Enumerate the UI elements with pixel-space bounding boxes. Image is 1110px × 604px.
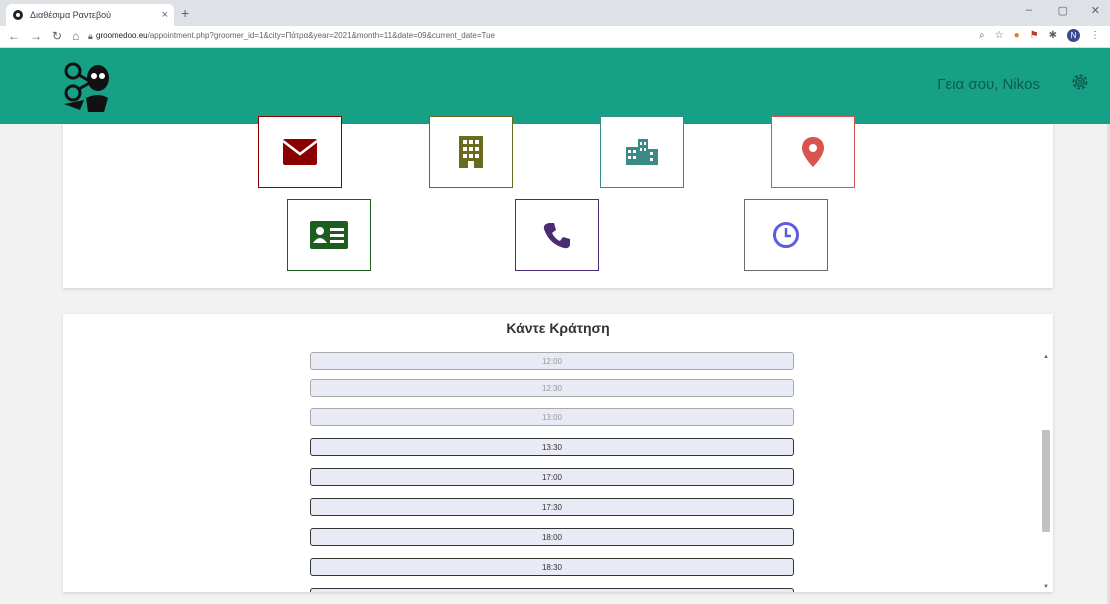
building-box[interactable] xyxy=(429,116,513,188)
envelope-icon xyxy=(283,139,317,165)
hours-box[interactable] xyxy=(744,199,828,271)
extension-flag-icon[interactable]: ⚑ xyxy=(1030,30,1039,41)
city-box[interactable] xyxy=(600,116,684,188)
url-field[interactable]: groomedoo.eu/appointment.php?groomer_id=… xyxy=(96,31,495,40)
extensions-puzzle-icon[interactable]: ✱ xyxy=(1049,30,1057,41)
scroll-thumb[interactable] xyxy=(1042,430,1050,532)
time-slot-button[interactable]: 13:30 xyxy=(310,438,794,456)
time-slot-button[interactable]: 17:30 xyxy=(310,498,794,516)
city-icon xyxy=(626,139,658,165)
extension-color-icon[interactable]: ● xyxy=(1014,30,1020,41)
email-box[interactable] xyxy=(258,116,342,188)
tab-close-icon[interactable]: × xyxy=(162,9,168,21)
zoom-icon[interactable]: ⌕ xyxy=(979,30,985,41)
groomer-logo-icon[interactable] xyxy=(58,56,118,116)
location-box[interactable] xyxy=(771,116,855,188)
phone-icon xyxy=(543,223,570,249)
url-host: groomedoo.eu xyxy=(96,31,148,40)
user-greeting[interactable]: Γεια σου, Nikos xyxy=(937,76,1040,93)
lock-icon[interactable]: 🔒︎ xyxy=(88,31,93,42)
browser-menu-icon[interactable]: ⋮ xyxy=(1090,30,1100,41)
booking-title: Κάντε Κράτηση xyxy=(506,320,610,336)
forward-icon[interactable]: → xyxy=(30,29,42,43)
time-slot-button[interactable]: 12:00 xyxy=(310,352,794,370)
browser-tabbar: Διαθέσιμα Ραντεβού × + – ▢ ✕ xyxy=(0,0,1110,26)
scroll-up-arrow-icon[interactable]: ▲ xyxy=(1043,354,1049,360)
time-slot-button[interactable]: 13:00 xyxy=(310,408,794,426)
back-icon[interactable]: ← xyxy=(8,29,20,43)
restore-icon[interactable]: ▢ xyxy=(1058,4,1068,17)
id-card-box[interactable] xyxy=(287,199,371,271)
browser-tab[interactable]: Διαθέσιμα Ραντεβού × xyxy=(6,4,174,26)
time-slot-button[interactable]: 18:30 xyxy=(310,558,794,576)
tab-title: Διαθέσιμα Ραντεβού xyxy=(30,10,112,20)
id-card-icon xyxy=(310,221,348,249)
map-marker-icon xyxy=(802,137,824,167)
browser-address-bar: ← → ↻ ⌂ 🔒︎ groomedoo.eu/appointment.php?… xyxy=(0,26,1110,48)
slots-scrollbar[interactable]: ▲ ▼ xyxy=(1042,350,1050,592)
app-header: Γεια σου, Nikos xyxy=(0,48,1110,124)
minimize-icon[interactable]: – xyxy=(1026,4,1032,16)
site-favicon-icon xyxy=(13,10,23,20)
scroll-down-arrow-icon[interactable]: ▼ xyxy=(1043,584,1049,590)
new-tab-button[interactable]: + xyxy=(181,5,189,21)
phone-box[interactable] xyxy=(515,199,599,271)
time-slot-button[interactable]: 17:00 xyxy=(310,468,794,486)
bookmark-star-icon[interactable]: ☆ xyxy=(995,30,1004,41)
time-slot-button[interactable]: 18:00 xyxy=(310,528,794,546)
building-icon xyxy=(459,136,483,168)
url-path: /appointment.php?groomer_id=1&city=Πάτρα… xyxy=(147,31,496,40)
reload-icon[interactable]: ↻ xyxy=(52,29,62,43)
profile-avatar[interactable]: N xyxy=(1067,29,1080,42)
clock-icon xyxy=(773,222,799,248)
toolbar-icons: ⌕ ☆ ● ⚑ ✱ N ⋮ xyxy=(979,29,1100,42)
home-icon[interactable]: ⌂ xyxy=(72,29,79,43)
close-window-icon[interactable]: ✕ xyxy=(1091,4,1100,17)
groomer-info-card xyxy=(63,116,1053,288)
booking-card: Κάντε Κράτηση 12:00 12:30 13:00 13:30 17… xyxy=(63,314,1053,592)
gear-icon[interactable] xyxy=(1070,72,1090,92)
time-slot-list[interactable]: 12:00 12:30 13:00 13:30 17:00 17:30 18:0… xyxy=(310,350,795,592)
time-slot-button[interactable]: 12:30 xyxy=(310,379,794,397)
time-slot-button-partial[interactable] xyxy=(310,588,794,592)
